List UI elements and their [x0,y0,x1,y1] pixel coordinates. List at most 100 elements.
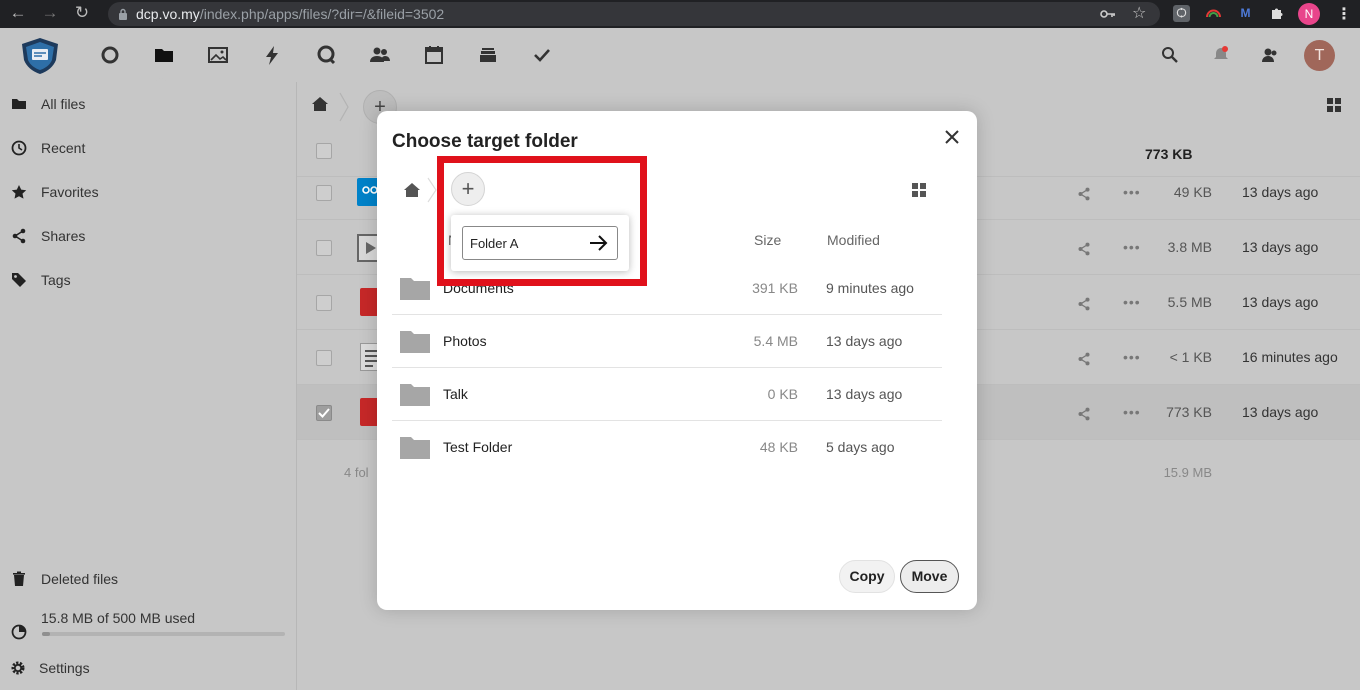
file-size: 49 KB [1173,184,1212,200]
file-modified: 13 days ago [1242,184,1319,200]
bookmark-star-icon[interactable]: ☆ [1132,3,1146,23]
file-size: 5.5 MB [1167,294,1212,310]
folder-size: 48 KB [759,439,798,455]
sidebar-item-recent[interactable]: Recent [0,126,297,170]
talk-chat-icon[interactable] [315,44,337,66]
photos-image-icon[interactable] [207,44,229,66]
folder-row[interactable]: Photos 5.4 MB 13 days ago [392,315,942,368]
back-arrow-icon[interactable]: ← [4,3,32,23]
sidebar-item-label: Deleted files [41,571,119,587]
file-modified: 16 minutes ago [1242,349,1338,365]
sidebar-item-favorites[interactable]: Favorites [0,170,297,214]
url-path: /index.php/apps/files/?dir=/&fileid=3502 [199,6,445,22]
share-icon [12,228,26,244]
app-navigation: All files Recent Favorites Shares Tags D… [0,82,297,690]
folder-row[interactable]: Test Folder 48 KB 5 days ago [392,421,942,474]
activity-lightning-icon[interactable] [261,44,283,66]
sidebar-item-all-files[interactable]: All files [0,82,297,126]
key-icon[interactable] [1100,7,1116,21]
breadcrumb-home-icon[interactable] [311,96,329,112]
folder-icon [400,437,430,459]
row-checkbox[interactable] [316,350,332,366]
tasks-checkmark-icon[interactable] [531,44,553,66]
row-checkbox-checked[interactable] [316,405,332,421]
move-button[interactable]: Move [900,560,959,593]
dashboard-circle-icon[interactable] [99,44,121,66]
extension-m-icon[interactable]: M [1237,5,1254,22]
breadcrumb-chevron-icon [339,92,349,122]
forward-arrow-icon[interactable]: → [36,3,64,23]
files-folder-icon[interactable] [153,44,175,66]
folder-size: 0 KB [767,386,798,402]
files-summary-count: 4 fol [344,465,369,480]
close-icon[interactable] [943,128,961,146]
folder-icon [12,99,26,109]
browser-menu-icon[interactable]: ⋮ [1336,4,1352,24]
file-size: < 1 KB [1169,349,1212,365]
copy-button[interactable]: Copy [839,560,895,593]
address-bar[interactable]: dcp.vo.my/index.php/apps/files/?dir=/&fi… [108,2,1160,26]
column-size-header[interactable]: Size [754,232,781,248]
extensions-puzzle-icon[interactable] [1269,5,1286,22]
column-modified-header[interactable]: Modified [827,232,880,248]
folder-row[interactable]: Talk 0 KB 13 days ago [392,368,942,421]
dialog-title: Choose target folder [392,131,578,152]
file-size: 773 KB [1166,404,1212,420]
sidebar-item-label: Tags [41,272,71,288]
app-logo-icon[interactable] [18,36,62,76]
calendar-icon[interactable] [423,44,445,66]
contacts-menu-icon[interactable] [1260,45,1280,65]
file-modified: 13 days ago [1242,239,1319,255]
sidebar-item-label: Favorites [41,184,99,200]
folder-modified: 5 days ago [826,439,895,455]
folder-size: 5.4 MB [753,333,798,349]
url-text: dcp.vo.my/index.php/apps/files/?dir=/&fi… [136,6,444,22]
app-header: T [0,28,1360,82]
browser-profile-avatar[interactable]: N [1298,3,1320,25]
breadcrumb-home-icon[interactable] [403,182,421,198]
deck-stack-icon[interactable] [477,44,499,66]
quota-progress-bar [42,632,285,636]
row-checkbox[interactable] [316,295,332,311]
folder-size: 391 KB [752,280,798,296]
sidebar-item-label: All files [41,96,86,112]
gear-icon [11,661,25,675]
sidebar-item-shares[interactable]: Shares [0,214,297,258]
folder-modified: 13 days ago [826,386,903,402]
tag-icon [12,273,26,287]
sidebar-item-tags[interactable]: Tags [0,258,297,302]
clock-icon [11,140,27,156]
row-checkbox[interactable] [316,185,332,201]
url-domain: dcp.vo.my [136,6,200,22]
notifications-bell-icon[interactable] [1211,45,1231,65]
sidebar-item-label: Recent [41,140,86,156]
folder-name: Photos [443,333,487,349]
row-checkbox[interactable] [316,240,332,256]
file-modified: 13 days ago [1242,404,1319,420]
annotation-highlight-box [437,156,647,286]
quota-text: 15.8 MB of 500 MB used [41,610,196,626]
sidebar-item-label: Settings [39,660,90,676]
sidebar-item-label: Shares [41,228,86,244]
header-total-size: 773 KB [1145,146,1193,162]
folder-icon [400,278,430,300]
user-avatar[interactable]: T [1304,40,1335,71]
files-summary-size: 15.9 MB [1163,465,1212,480]
folder-name: Talk [443,386,468,402]
reload-icon[interactable]: ↻ [68,3,96,23]
extension-pdf-icon[interactable]: Ѻ [1173,5,1190,22]
extension-rainbow-icon[interactable] [1205,5,1222,22]
folder-icon [400,384,430,406]
search-icon[interactable] [1160,45,1180,65]
sidebar-item-settings[interactable]: Settings [0,646,297,690]
grid-view-icon[interactable] [912,183,926,197]
quota-pie-icon [11,624,27,640]
trash-icon [13,571,25,586]
contacts-people-icon[interactable] [369,44,391,66]
folder-modified: 9 minutes ago [826,280,914,296]
folder-modified: 13 days ago [826,333,903,349]
grid-view-icon[interactable] [1327,98,1341,112]
select-all-checkbox[interactable] [316,143,332,159]
file-size: 3.8 MB [1167,239,1212,255]
folder-icon [400,331,430,353]
